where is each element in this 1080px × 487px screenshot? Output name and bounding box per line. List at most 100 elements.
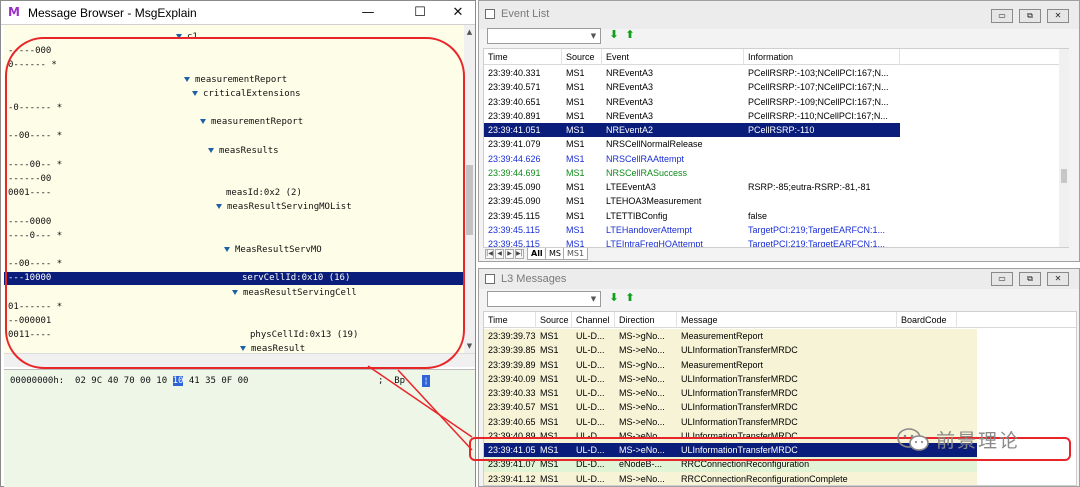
expand-triangle-icon[interactable]	[232, 289, 238, 295]
restore-button[interactable]: ⧉	[1019, 272, 1041, 286]
table-row[interactable]: 23:39:45.115 MS1 LTEHandoverAttempt TargetP…	[484, 223, 900, 237]
tree-node[interactable]: servCellId:0x10 (16)	[242, 272, 350, 285]
expand-triangle-icon[interactable]	[200, 119, 206, 125]
tab-prev-icon[interactable]: ◀	[495, 249, 504, 259]
tab-first-icon[interactable]: |◀	[485, 249, 494, 259]
expand-triangle-icon[interactable]	[208, 147, 214, 153]
table-row[interactable]: 23:39:40.571 MS1 NREventA3 PCellRSRP:-107;N…	[484, 80, 900, 94]
column-header[interactable]: Channel	[572, 312, 615, 328]
event-list-scrollbar[interactable]	[1059, 49, 1069, 247]
scroll-thumb[interactable]	[1061, 169, 1067, 183]
column-header[interactable]: Time	[484, 49, 562, 65]
tree-row[interactable]: --000001	[4, 315, 464, 328]
tree-node[interactable]: c1	[176, 31, 198, 44]
table-row[interactable]: 23:39:40.571 MS1 UL-D... MS->eNo... ULInform…	[484, 400, 977, 415]
tree-row[interactable]: measResultServingCell	[4, 287, 464, 300]
expand-triangle-icon[interactable]	[216, 204, 222, 210]
tree-node[interactable]: MeasResultServMO	[224, 244, 322, 257]
tree-row[interactable]: measResult	[4, 343, 464, 353]
tree-node[interactable]: measResults	[208, 145, 279, 158]
tree-row[interactable]: MeasResultServMO	[4, 244, 464, 257]
table-row[interactable]: 23:39:41.051 MS1 NREventA2 PCellRSRP:-110	[484, 123, 900, 138]
tab-all[interactable]: All	[527, 248, 547, 260]
tree-row[interactable]: ----0000	[4, 216, 464, 229]
table-row[interactable]: 23:39:40.331 MS1 UL-D... MS->eNo... ULInform…	[484, 386, 977, 401]
table-row[interactable]: 23:39:40.091 MS1 UL-D... MS->eNo... ULInform…	[484, 371, 977, 386]
minimize-button[interactable]: ▭	[991, 9, 1013, 23]
arrow-up-icon[interactable]: ⬆	[623, 28, 637, 42]
expand-triangle-icon[interactable]	[192, 90, 198, 96]
arrow-up-icon[interactable]: ⬆	[623, 291, 637, 305]
event-list-titlebar[interactable]: Event List ▭ ⧉ ✕	[479, 1, 1079, 29]
table-row[interactable]: 23:39:45.090 MS1 LTEHOA3Measurement	[484, 194, 900, 208]
table-row[interactable]: 23:39:41.079 MS1 NRSCellNormalRelease	[484, 137, 900, 151]
tree-node[interactable]: measurementReport	[200, 116, 303, 129]
tree-row[interactable]: -0------ *	[4, 102, 464, 115]
column-header[interactable]: Source	[536, 312, 572, 328]
tree-row[interactable]: 0------ *	[4, 59, 464, 72]
tree-node[interactable]: measurementReport	[184, 74, 287, 87]
tree-row[interactable]: ---10000 servCellId:0x10 (16)	[4, 272, 464, 286]
table-row[interactable]: 23:39:39.737 MS1 UL-D... MS->gNo... Measurem…	[484, 329, 977, 344]
tree-row[interactable]: -----000	[4, 45, 464, 58]
table-row[interactable]: 23:39:39.897 MS1 UL-D... MS->gNo... Measurem…	[484, 357, 977, 372]
arrow-down-icon[interactable]: ⬇	[607, 291, 621, 305]
tree-row[interactable]: ----00-- *	[4, 159, 464, 172]
message-browser-titlebar[interactable]: M Message Browser - MsgExplain — ☐ ✕	[1, 1, 475, 25]
table-row[interactable]: 23:39:41.079 MS1 DL-D... eNodeB-... RRCConne…	[484, 457, 977, 472]
expand-triangle-icon[interactable]	[176, 34, 182, 39]
expand-triangle-icon[interactable]	[240, 346, 246, 352]
tree-row[interactable]: ----0--- *	[4, 230, 464, 243]
tree-row[interactable]: measResultServingMOList	[4, 201, 464, 214]
tree-row[interactable]: measResults	[4, 145, 464, 158]
tree-row[interactable]: 0001---- measId:0x2 (2)	[4, 187, 464, 200]
restore-button[interactable]: ⧉	[1019, 9, 1041, 23]
column-header[interactable]: BoardCode	[897, 312, 957, 328]
minimize-button[interactable]: ▭	[991, 272, 1013, 286]
hex-selected-byte[interactable]: 10	[172, 376, 184, 386]
table-row[interactable]: 23:39:44.691 MS1 NRSCellRASuccess	[484, 166, 900, 180]
table-row[interactable]: 23:39:41.127 MS1 UL-D... MS->eNo... RRCConne…	[484, 471, 977, 485]
tree-horizontal-scrollbar[interactable]	[4, 353, 475, 367]
close-button[interactable]: ✕	[443, 1, 473, 25]
table-row[interactable]: 23:39:45.115 MS1 LTETTIBConfig false	[484, 209, 900, 223]
minimize-button[interactable]: —	[353, 1, 383, 25]
tab-ms[interactable]: MS	[545, 248, 565, 260]
tree-vertical-scrollbar[interactable]: ▲ ▼	[464, 25, 475, 353]
column-header[interactable]: Information	[744, 49, 900, 65]
expand-triangle-icon[interactable]	[184, 76, 190, 82]
column-header[interactable]: Direction	[615, 312, 677, 328]
hex-dump-pane[interactable]: 00000000h: 02 9C 40 70 00 10 10 41 35 0F…	[4, 369, 475, 487]
tree-row[interactable]: 01------ *	[4, 301, 464, 314]
tab-last-icon[interactable]: ▶|	[515, 249, 524, 259]
tree-row[interactable]: 0011---- physCellId:0x13 (19)	[4, 329, 464, 342]
chevron-down-icon[interactable]: ▼	[588, 293, 599, 305]
tree-row[interactable]: measurementReport	[4, 74, 464, 87]
tree-row[interactable]: --00---- *	[4, 130, 464, 143]
tree-node[interactable]: measResult	[240, 343, 305, 353]
close-button[interactable]: ✕	[1047, 272, 1069, 286]
column-header[interactable]: Source	[562, 49, 602, 65]
table-row[interactable]: 23:39:45.090 MS1 LTEEventA3 RSRP:-85;eutra-…	[484, 180, 900, 194]
tree-node[interactable]: measResultServingCell	[232, 287, 357, 300]
tree-node[interactable]: measId:0x2 (2)	[226, 187, 302, 200]
tree-row[interactable]: criticalExtensions	[4, 88, 464, 101]
table-row[interactable]: 23:39:45.115 MS1 LTEIntraFreqHOAttempt Targ…	[484, 237, 900, 247]
tree-node[interactable]: criticalExtensions	[192, 88, 301, 101]
tree-row[interactable]: c1	[4, 31, 464, 44]
l3-messages-titlebar[interactable]: L3 Messages ▭ ⧉ ✕	[479, 269, 1079, 289]
table-row[interactable]: 23:39:40.331 MS1 NREventA3 PCellRSRP:-103;N…	[484, 66, 900, 80]
table-row[interactable]: 23:39:40.651 MS1 NREventA3 PCellRSRP:-109;N…	[484, 95, 900, 109]
column-header[interactable]: Message	[677, 312, 897, 328]
scroll-up-icon[interactable]: ▲	[465, 27, 474, 37]
arrow-down-icon[interactable]: ⬇	[607, 28, 621, 42]
l3-filter-combo[interactable]: ▼	[487, 291, 601, 307]
tree-row[interactable]: ------00	[4, 173, 464, 186]
decode-tree-pane[interactable]: c1 -----000 0------ * measurementReport crit…	[4, 25, 464, 353]
scroll-thumb[interactable]	[466, 165, 473, 235]
scroll-down-icon[interactable]: ▼	[465, 341, 474, 351]
column-header[interactable]: Event	[602, 49, 744, 65]
table-row[interactable]: 23:39:39.851 MS1 UL-D... MS->eNo... ULInform…	[484, 343, 977, 358]
tab-next-icon[interactable]: ▶	[505, 249, 514, 259]
tree-row[interactable]: --00---- *	[4, 258, 464, 271]
